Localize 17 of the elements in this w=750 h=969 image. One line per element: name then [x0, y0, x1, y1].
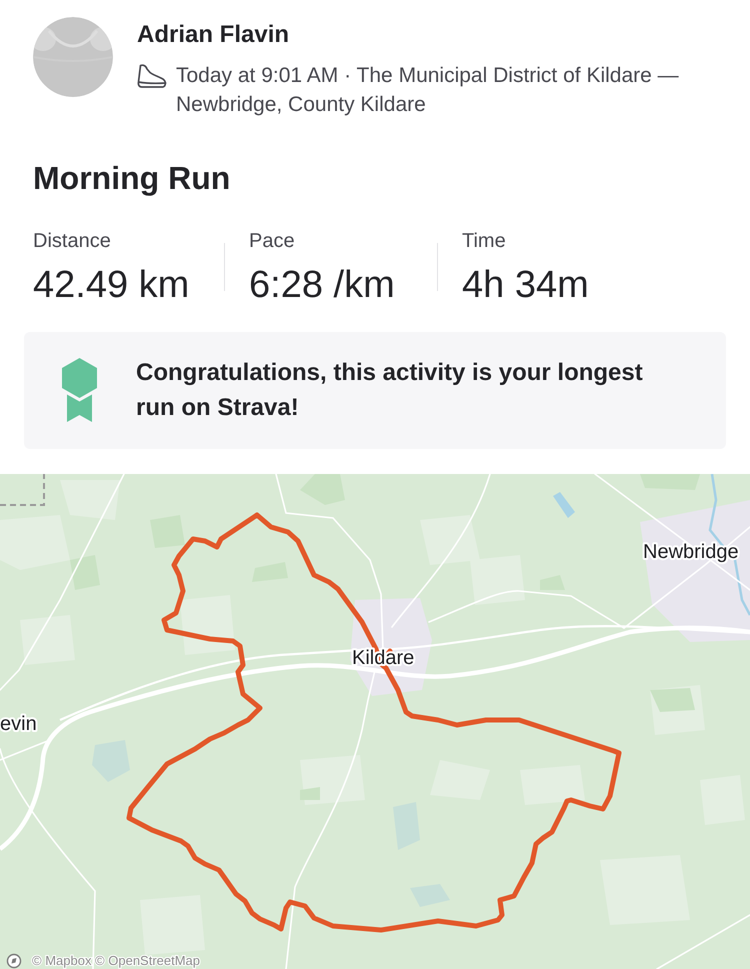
activity-title: Morning Run	[33, 160, 230, 196]
stat-label: Time	[462, 229, 506, 253]
stat-label: Distance	[33, 229, 111, 253]
stat-value: 4h 34m	[462, 265, 589, 305]
activity-date-location: Today at 9:01 AM · The Municipal District of Kildare — Newbridge, County Kildare	[176, 63, 680, 118]
achievement-message: Congratulations, this activity is your longest run on Strava!	[136, 358, 644, 423]
compass-icon	[6, 954, 22, 968]
stat-value: 42.49 km	[33, 265, 190, 305]
place-label: Newbridge	[643, 541, 739, 563]
stat-label: Pace	[249, 229, 295, 253]
shoe-icon	[137, 63, 167, 89]
map-attribution: © Mapbox © OpenStreetMap	[32, 953, 200, 968]
athlete-name[interactable]: Adrian Flavin	[137, 21, 290, 49]
place-label: evin	[0, 713, 37, 735]
medal-icon	[62, 358, 97, 422]
stat-value: 6:28 /km	[249, 265, 395, 305]
avatar[interactable]	[33, 17, 113, 97]
